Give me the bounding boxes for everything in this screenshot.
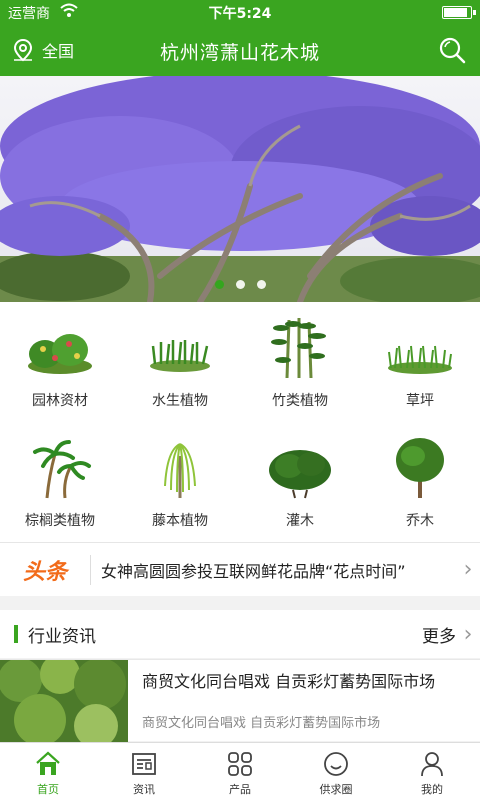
headline-text: 女神高圆圆参投互联网鲜花品牌“花点时间” xyxy=(101,561,406,581)
search-icon[interactable] xyxy=(438,36,466,64)
grass-icon xyxy=(388,345,452,374)
banner-carousel[interactable] xyxy=(0,76,480,302)
category-label: 草坪 xyxy=(406,393,434,409)
carousel-dot[interactable] xyxy=(214,280,224,289)
shrub-icon xyxy=(269,450,331,499)
headline-tag: 头条 xyxy=(22,559,67,585)
category-label: 灌木 xyxy=(286,513,314,529)
category-item-bamboo[interactable]: 竹类植物 xyxy=(240,302,360,422)
news-thumbnail xyxy=(0,660,128,742)
smile-icon xyxy=(324,752,348,776)
home-icon xyxy=(36,751,60,775)
category-item-aquatic-plants[interactable]: 水生植物 xyxy=(120,302,240,422)
tab-label: 产品 xyxy=(229,783,251,796)
industry-news-header: 行业资讯 更多 › xyxy=(0,610,480,658)
headline-ticker[interactable]: 头条 女神高圆圆参投互联网鲜花品牌“花点时间” › xyxy=(0,542,480,596)
aquatic-plant-icon xyxy=(150,340,210,372)
category-item-lawn[interactable]: 草坪 xyxy=(360,302,480,422)
category-item-garden-supplies[interactable]: 园林资材 xyxy=(0,302,120,422)
tab-supply-demand[interactable]: 供求圈 xyxy=(288,743,384,800)
palm-tree-icon xyxy=(33,440,91,499)
bottom-tab-bar: 首页 资讯 产品 供求圈 我的 xyxy=(0,742,480,800)
category-label: 竹类植物 xyxy=(272,393,328,409)
tab-home[interactable]: 首页 xyxy=(0,743,96,800)
tree-icon xyxy=(396,438,444,498)
category-grid: 园林资材 水生植物 竹类植物 草坪 棕榈类植物 藤本植物 灌木 乔木 xyxy=(0,302,480,542)
carousel-indicators xyxy=(0,280,480,289)
category-item-palm[interactable]: 棕榈类植物 xyxy=(0,422,120,542)
battery-icon xyxy=(442,6,476,19)
section-title: 行业资讯 xyxy=(28,626,96,647)
chevron-right-icon: › xyxy=(463,557,473,582)
carousel-dot[interactable] xyxy=(256,280,266,289)
carousel-dot[interactable] xyxy=(235,280,245,289)
tab-profile[interactable]: 我的 xyxy=(384,743,480,800)
bamboo-icon xyxy=(271,318,326,379)
more-link[interactable]: 更多 xyxy=(422,622,456,647)
garden-shrub-icon xyxy=(28,334,92,374)
banner-image xyxy=(0,76,480,302)
news-subtitle: 商贸文化同台唱戏 自贡彩灯蓄势国际市场 xyxy=(142,716,381,731)
category-label: 水生植物 xyxy=(152,393,208,409)
tab-label: 首页 xyxy=(37,783,59,796)
news-list-item[interactable]: 商贸文化同台唱戏 自贡彩灯蓄势国际市场 商贸文化同台唱戏 自贡彩灯蓄势国际市场 xyxy=(0,659,480,742)
grid-icon xyxy=(228,752,252,776)
category-label: 园林资材 xyxy=(32,393,88,409)
tab-label: 资讯 xyxy=(133,783,155,796)
status-time: 下午5:24 xyxy=(208,6,272,22)
category-label: 棕榈类植物 xyxy=(25,513,95,529)
tab-label: 我的 xyxy=(421,783,443,796)
category-item-tree[interactable]: 乔木 xyxy=(360,422,480,542)
category-label: 乔木 xyxy=(406,513,434,529)
category-item-shrub[interactable]: 灌木 xyxy=(240,422,360,542)
tab-products[interactable]: 产品 xyxy=(192,743,288,800)
category-item-vine[interactable]: 藤本植物 xyxy=(120,422,240,542)
status-bar: 运营商 下午5:24 xyxy=(0,0,480,24)
news-title: 商贸文化同台唱戏 自贡彩灯蓄势国际市场 xyxy=(142,672,436,691)
category-label: 藤本植物 xyxy=(152,513,208,529)
willow-tree-icon xyxy=(164,443,196,498)
page-title: 杭州湾萧山花木城 xyxy=(159,42,320,64)
chevron-right-icon[interactable]: › xyxy=(456,622,480,647)
news-icon xyxy=(132,753,156,775)
tab-news[interactable]: 资讯 xyxy=(96,743,192,800)
tab-label: 供求圈 xyxy=(319,783,353,796)
top-navbar: 全国 杭州湾萧山花木城 xyxy=(0,24,480,76)
user-icon xyxy=(421,752,443,777)
